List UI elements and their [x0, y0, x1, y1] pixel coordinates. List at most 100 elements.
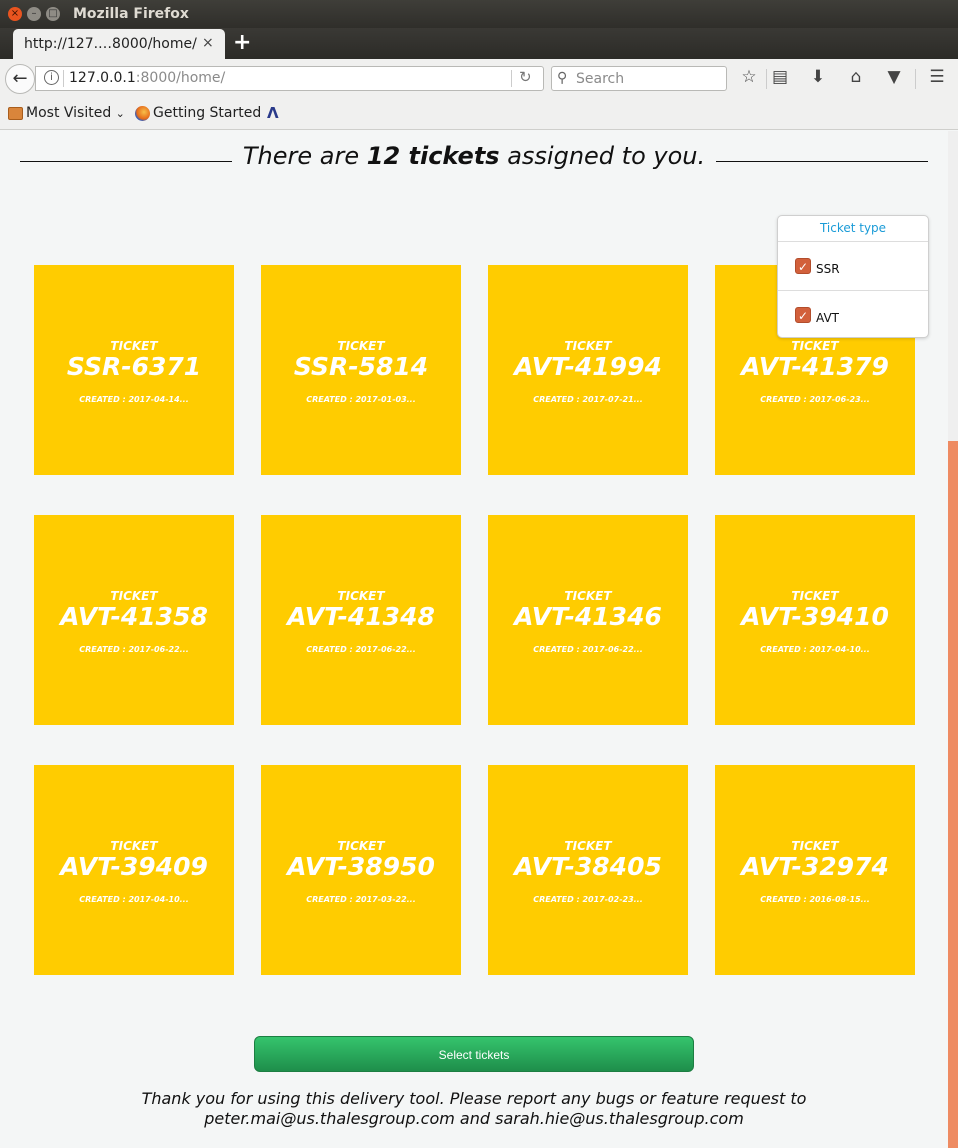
ticket-created: CREATED : 2017-06-22...: [79, 645, 189, 654]
ticket-id: AVT-41358: [60, 602, 208, 631]
ticket-label: TICKET: [110, 589, 158, 603]
ticket-label: TICKET: [791, 589, 839, 603]
ticket-card[interactable]: TICKET AVT-39409 CREATED : 2017-04-10...: [34, 765, 234, 975]
ticket-card[interactable]: TICKET AVT-38405 CREATED : 2017-02-23...: [488, 765, 688, 975]
ticket-created: CREATED : 2017-04-10...: [760, 645, 870, 654]
heading-text: assigned to you.: [499, 142, 706, 170]
window-maximize-icon[interactable]: □: [46, 7, 60, 21]
ticket-id: AVT-41379: [741, 352, 889, 381]
bookmark-label: Most Visited: [26, 105, 112, 121]
ticket-label: TICKET: [791, 839, 839, 853]
new-tab-icon[interactable]: +: [233, 30, 251, 55]
ticket-card[interactable]: TICKET AVT-32974 CREATED : 2016-08-15...: [715, 765, 915, 975]
filter-option-label: AVT: [816, 311, 839, 325]
folder-icon: [8, 107, 23, 120]
ticket-created: CREATED : 2017-03-22...: [306, 895, 416, 904]
ticket-created: CREATED : 2017-02-23...: [533, 895, 643, 904]
back-arrow-icon[interactable]: ←: [5, 64, 35, 94]
footer-line: peter.mai@us.thalesgroup.com and sarah.h…: [204, 1109, 744, 1128]
ticket-card[interactable]: TICKET SSR-5814 CREATED : 2017-01-03...: [261, 265, 461, 475]
ticket-card[interactable]: TICKET AVT-41358 CREATED : 2017-06-22...: [34, 515, 234, 725]
select-tickets-button[interactable]: Select tickets: [254, 1036, 694, 1072]
ticket-created: CREATED : 2017-06-23...: [760, 395, 870, 404]
window-titlebar: × – □ Mozilla Firefox: [0, 0, 958, 28]
heading-rule-right: [716, 161, 928, 162]
filter-divider: [778, 241, 928, 242]
ticket-card[interactable]: TICKET AVT-38950 CREATED : 2017-03-22...: [261, 765, 461, 975]
toolbar-separator: [915, 69, 916, 89]
ticket-id: AVT-38950: [287, 852, 435, 881]
ticket-label: TICKET: [791, 339, 839, 353]
ticket-card[interactable]: TICKET AVT-39410 CREATED : 2017-04-10...: [715, 515, 915, 725]
firefox-icon: [135, 106, 150, 121]
ticket-created: CREATED : 2017-01-03...: [306, 395, 416, 404]
footer-line: Thank you for using this delivery tool. …: [141, 1089, 807, 1108]
ticket-id: AVT-41348: [287, 602, 435, 631]
ticket-created: CREATED : 2017-06-22...: [533, 645, 643, 654]
info-icon[interactable]: i: [44, 70, 59, 85]
ticket-created: CREATED : 2017-04-10...: [79, 895, 189, 904]
reading-list-icon[interactable]: ▤: [769, 67, 791, 87]
bookmark-most-visited[interactable]: Most Visited ⌄: [26, 105, 125, 121]
window-title: Mozilla Firefox: [73, 6, 189, 22]
checkbox-checked-icon[interactable]: ✓: [795, 307, 811, 323]
ticket-id: AVT-39409: [60, 852, 208, 881]
ticket-id: AVT-32974: [741, 852, 889, 881]
checkbox-checked-icon[interactable]: ✓: [795, 258, 811, 274]
tab-home[interactable]: http://127.…8000/home/ ×: [13, 29, 225, 59]
ticket-card[interactable]: TICKET AVT-41346 CREATED : 2017-06-22...: [488, 515, 688, 725]
bookmark-getting-started[interactable]: Getting Started: [153, 105, 261, 121]
url-host: 127.0.0.1: [69, 70, 136, 86]
url-separator: [63, 70, 64, 87]
ticket-label: TICKET: [337, 589, 385, 603]
ticket-label: TICKET: [564, 839, 612, 853]
heading-text: There are: [242, 142, 367, 170]
search-bar[interactable]: ⚲ Search: [551, 66, 727, 91]
search-input[interactable]: Search: [576, 71, 624, 87]
ticket-label: TICKET: [564, 339, 612, 353]
home-icon[interactable]: ⌂: [845, 67, 867, 87]
reload-icon[interactable]: ↻: [519, 68, 532, 86]
ticket-created: CREATED : 2017-06-22...: [306, 645, 416, 654]
url-path: :8000/home/: [135, 70, 226, 86]
ticket-label: TICKET: [110, 339, 158, 353]
window-minimize-icon[interactable]: –: [27, 7, 41, 21]
ticket-id: SSR-6371: [66, 352, 202, 381]
pocket-icon[interactable]: ▼: [883, 67, 905, 87]
ticket-label: TICKET: [564, 589, 612, 603]
tab-close-icon[interactable]: ×: [202, 35, 214, 51]
url-separator: [511, 70, 512, 87]
url-text[interactable]: 127.0.0.1:8000/home/: [69, 70, 225, 86]
toolbar-separator: [766, 69, 767, 89]
ticket-id: SSR-5814: [293, 352, 429, 381]
ticket-card[interactable]: TICKET AVT-41348 CREATED : 2017-06-22...: [261, 515, 461, 725]
page-scrollbar[interactable]: [948, 131, 958, 1148]
tab-title: http://127.…8000/home/: [24, 36, 197, 52]
scrollbar-thumb[interactable]: [948, 441, 958, 1148]
window-close-icon[interactable]: ×: [8, 7, 22, 21]
hamburger-menu-icon[interactable]: ☰: [926, 67, 948, 87]
bookmark-logo-icon[interactable]: Λ: [267, 104, 279, 122]
ticket-created: CREATED : 2017-07-21...: [533, 395, 643, 404]
filter-title: Ticket type: [819, 221, 887, 235]
heading-count: 12 tickets: [366, 142, 500, 170]
ticket-created: CREATED : 2017-04-14...: [79, 395, 189, 404]
ticket-label: TICKET: [337, 339, 385, 353]
filter-divider: [778, 290, 928, 291]
ticket-id: AVT-41994: [514, 352, 662, 381]
ticket-id: AVT-39410: [741, 602, 889, 631]
url-bar[interactable]: i 127.0.0.1:8000/home/ ↻: [35, 66, 544, 91]
ticket-card[interactable]: TICKET AVT-41994 CREATED : 2017-07-21...: [488, 265, 688, 475]
page-content: There are 12 tickets assigned to you. TI…: [0, 131, 948, 1148]
ticket-id: AVT-38405: [514, 852, 662, 881]
search-icon: ⚲: [557, 70, 568, 86]
footer-text: Thank you for using this delivery tool. …: [0, 1089, 948, 1129]
ticket-type-filter: Ticket type ✓ SSR ✓ AVT: [777, 215, 929, 338]
bookmark-star-icon[interactable]: ☆: [738, 67, 760, 87]
page-heading: There are 12 tickets assigned to you.: [232, 141, 716, 171]
bookmarks-toolbar: Most Visited ⌄ Getting Started Λ: [0, 98, 958, 130]
download-icon[interactable]: ⬇: [807, 67, 829, 87]
ticket-card[interactable]: TICKET SSR-6371 CREATED : 2017-04-14...: [34, 265, 234, 475]
filter-option-label: SSR: [816, 262, 840, 276]
ticket-id: AVT-41346: [514, 602, 662, 631]
